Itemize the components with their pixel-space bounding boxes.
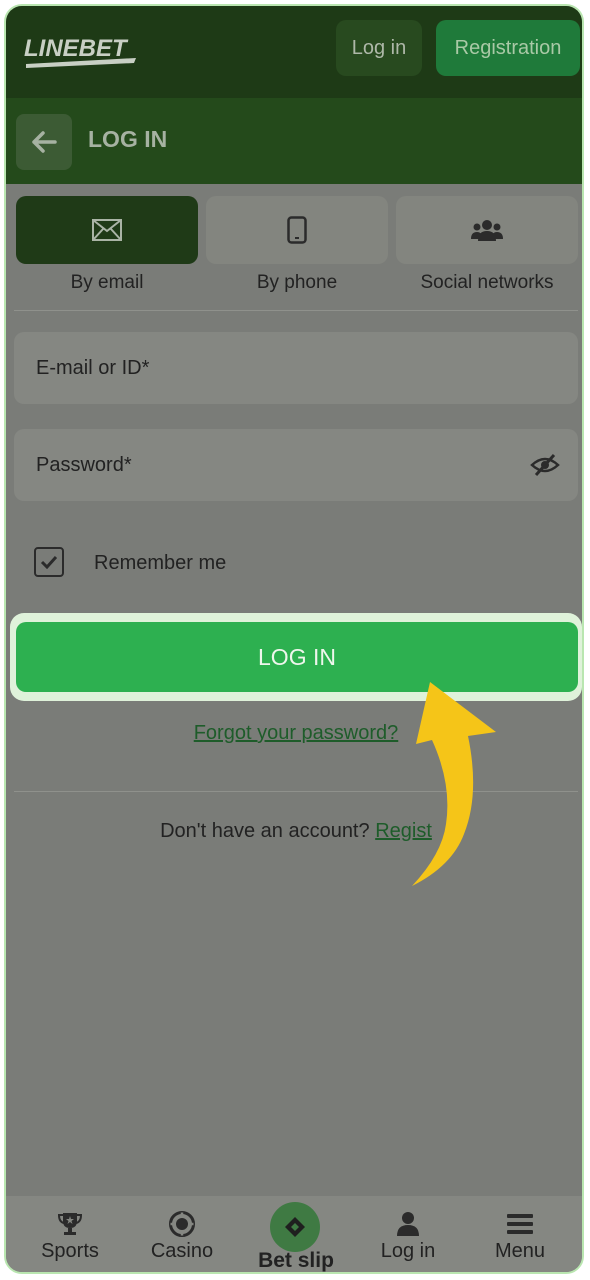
trophy-icon bbox=[57, 1213, 83, 1235]
svg-text:LINEBET: LINEBET bbox=[24, 35, 129, 62]
phone-icon bbox=[287, 216, 307, 244]
page-title-bar: LOG IN bbox=[6, 98, 582, 184]
tab-label-email: By email bbox=[70, 272, 144, 293]
nav-label-sports: Sports bbox=[41, 1240, 99, 1262]
back-button[interactable] bbox=[16, 114, 72, 170]
tab-label-phone: By phone bbox=[256, 272, 338, 293]
nav-casino[interactable]: Casino bbox=[126, 1196, 238, 1272]
nav-menu[interactable]: Menu bbox=[464, 1196, 576, 1272]
remember-me-label: Remember me bbox=[94, 552, 227, 574]
nav-label-menu: Menu bbox=[494, 1240, 546, 1262]
no-account-text: Don't have an account? bbox=[160, 820, 370, 842]
page-title: LOG IN bbox=[88, 126, 168, 152]
header-registration-button[interactable]: Registration bbox=[436, 20, 580, 76]
nav-bet-slip[interactable] bbox=[270, 1202, 320, 1252]
top-header: LINEBET Log in Registration bbox=[6, 6, 582, 98]
ticket-icon bbox=[285, 1217, 305, 1237]
tab-label-social: Social networks bbox=[420, 272, 554, 293]
arrow-left-icon bbox=[32, 131, 57, 153]
phone-frame: LINEBET Log in Registration LOG IN By em… bbox=[4, 4, 584, 1274]
nav-label-bet-slip: Bet slip bbox=[258, 1249, 334, 1272]
user-icon bbox=[397, 1212, 419, 1236]
linebet-logo[interactable]: LINEBET bbox=[24, 30, 144, 70]
bottom-navigation: Sports Casino Bet slip Log in Menu bbox=[6, 1196, 582, 1274]
chip-icon bbox=[169, 1211, 195, 1237]
remember-me-checkbox[interactable] bbox=[34, 547, 64, 577]
pointer-arrow-icon bbox=[412, 682, 496, 886]
divider bbox=[14, 310, 578, 311]
nav-log-in[interactable]: Log in bbox=[352, 1196, 464, 1272]
nav-sports[interactable]: Sports bbox=[14, 1196, 126, 1272]
menu-icon bbox=[507, 1214, 533, 1234]
active-nav-indicator bbox=[356, 1272, 460, 1274]
check-icon bbox=[40, 555, 58, 569]
email-field[interactable]: E-mail or ID* bbox=[14, 332, 578, 404]
envelope-icon bbox=[92, 219, 122, 241]
tab-social-networks[interactable] bbox=[396, 196, 578, 264]
tab-by-phone[interactable] bbox=[206, 196, 388, 264]
header-login-button[interactable]: Log in bbox=[336, 20, 422, 76]
password-placeholder: Password* bbox=[36, 453, 132, 476]
email-placeholder: E-mail or ID* bbox=[36, 356, 150, 379]
tab-by-email[interactable] bbox=[16, 196, 198, 264]
eye-slash-icon[interactable] bbox=[530, 453, 560, 477]
nav-label-casino: Casino bbox=[150, 1240, 214, 1262]
password-field[interactable]: Password* bbox=[14, 429, 578, 501]
users-icon bbox=[471, 220, 503, 241]
nav-label-log-in: Log in bbox=[380, 1240, 436, 1262]
